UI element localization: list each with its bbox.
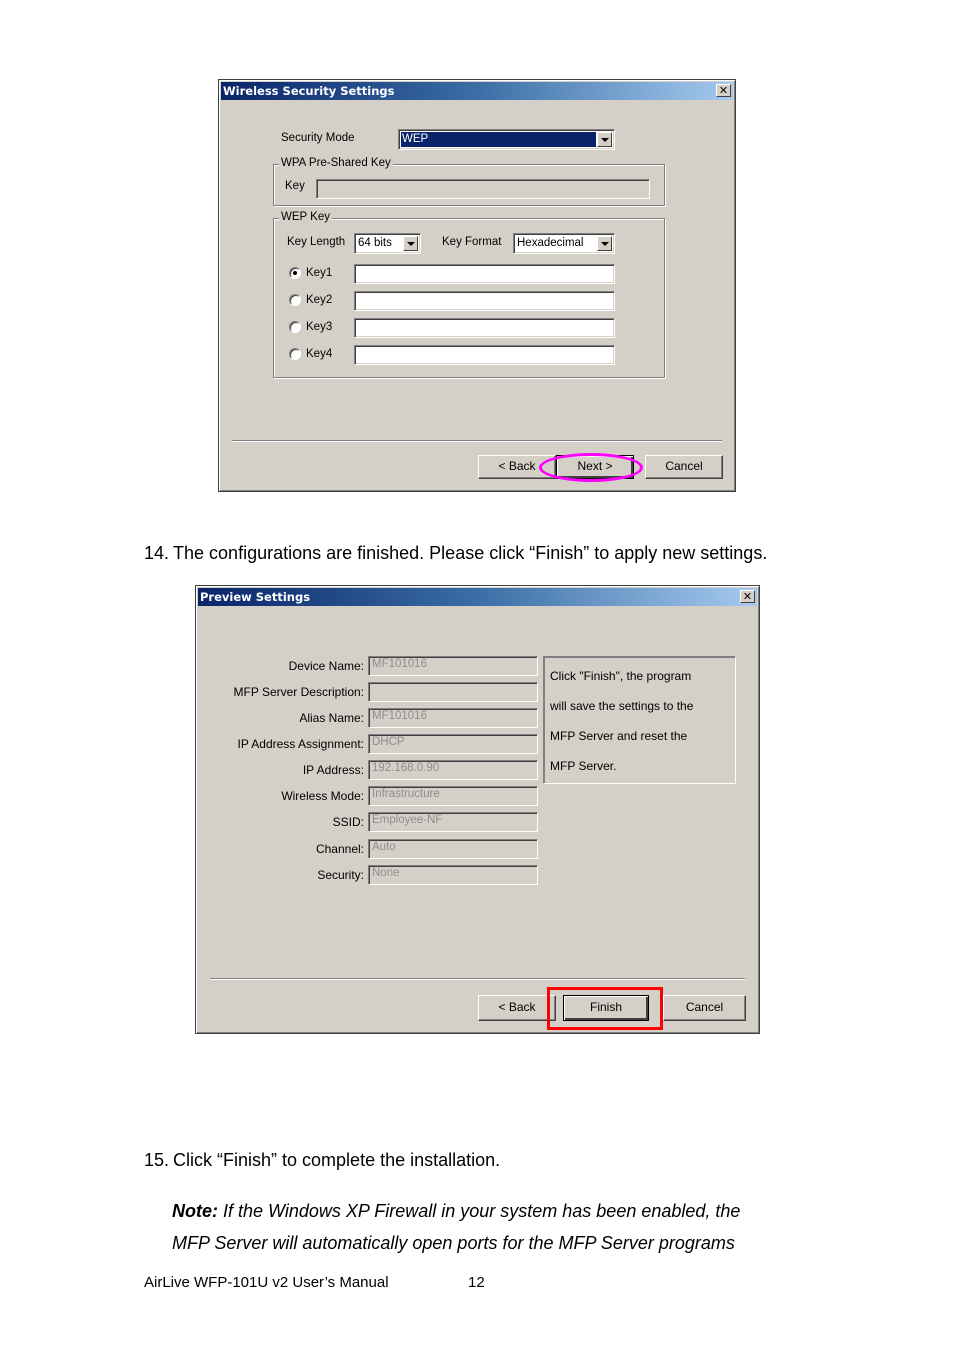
dialog-titlebar[interactable]: Preview Settings ✕ xyxy=(198,588,757,606)
note-line-1: Note: If the Windows XP Firewall in your… xyxy=(172,1201,740,1222)
key-length-label: Key Length xyxy=(287,236,346,248)
dialog-title: Wireless Security Settings xyxy=(223,84,395,98)
security-mode-value: WEP xyxy=(402,133,429,145)
wireless-security-dialog: Wireless Security Settings ✕ Security Mo… xyxy=(218,79,736,492)
close-icon[interactable]: ✕ xyxy=(716,84,731,97)
wireless-mode-field[interactable]: Infrastructure xyxy=(368,786,538,806)
preview-settings-dialog: Preview Settings ✕ Device Name: MF101016… xyxy=(195,585,760,1034)
wpa-key-label: Key xyxy=(285,180,305,192)
cancel-button[interactable]: Cancel xyxy=(663,995,746,1021)
key3-radio[interactable] xyxy=(289,321,301,333)
chevron-down-icon[interactable] xyxy=(597,132,612,147)
key1-label: Key1 xyxy=(306,267,333,279)
info-line: will save the settings to the xyxy=(550,699,694,713)
back-button[interactable]: < Back xyxy=(478,995,556,1021)
wireless-mode-label: Wireless Mode: xyxy=(281,789,364,803)
step-14-text: The configurations are finished. Please … xyxy=(173,543,768,563)
info-box: Click "Finish", the program will save th… xyxy=(543,656,736,784)
cancel-button[interactable]: Cancel xyxy=(645,455,723,479)
ip-assignment-label: IP Address Assignment: xyxy=(237,737,364,751)
note-text-2: MFP Server will automatically open ports… xyxy=(172,1233,735,1253)
next-button[interactable]: Next > xyxy=(556,455,634,479)
key1-input[interactable] xyxy=(354,264,615,284)
chevron-down-icon[interactable] xyxy=(403,236,418,251)
security-field[interactable]: None xyxy=(368,865,538,885)
alias-name-field[interactable]: MF101016 xyxy=(368,708,538,728)
ip-address-field[interactable]: 192.168.0.90 xyxy=(368,760,538,780)
finish-button[interactable]: Finish xyxy=(563,995,649,1021)
key2-radio[interactable] xyxy=(289,294,301,306)
key4-input[interactable] xyxy=(354,345,615,365)
wep-key-group: WEP Key Key Length 64 bits Key Format He… xyxy=(273,211,665,378)
channel-label: Channel: xyxy=(315,842,364,856)
note-line-2: MFP Server will automatically open ports… xyxy=(172,1233,735,1254)
ip-assignment-field[interactable]: DHCP xyxy=(368,734,538,754)
key2-label: Key2 xyxy=(306,294,333,306)
dialog-titlebar[interactable]: Wireless Security Settings ✕ xyxy=(221,82,733,100)
note-label: Note: xyxy=(172,1201,218,1221)
step-15: 15. Click “Finish” to complete the instal… xyxy=(144,1150,500,1171)
wpa-key-input[interactable] xyxy=(316,179,650,199)
device-name-label: Device Name: xyxy=(288,659,364,673)
wpa-group-title: WPA Pre-Shared Key xyxy=(279,157,393,169)
info-line: Click "Finish", the program xyxy=(550,669,692,683)
step-15-number: 15. xyxy=(144,1150,170,1170)
key-format-value: Hexadecimal xyxy=(517,237,584,249)
server-description-label: MFP Server Description: xyxy=(233,685,364,699)
separator xyxy=(232,440,722,442)
key4-label: Key4 xyxy=(306,348,333,360)
key4-radio[interactable] xyxy=(289,348,301,360)
step-14-number: 14. xyxy=(144,543,170,563)
key-length-value: 64 bits xyxy=(358,237,392,249)
security-label: Security: xyxy=(317,868,364,882)
chevron-down-icon[interactable] xyxy=(597,236,612,251)
key-length-select[interactable]: 64 bits xyxy=(354,233,421,254)
ssid-field[interactable]: Employee-NF xyxy=(368,812,538,832)
alias-name-label: Alias Name: xyxy=(299,711,364,725)
security-mode-label: Security Mode xyxy=(281,132,355,144)
key-format-select[interactable]: Hexadecimal xyxy=(513,233,615,254)
key3-input[interactable] xyxy=(354,318,615,338)
key1-radio[interactable] xyxy=(289,267,301,279)
key3-label: Key3 xyxy=(306,321,333,333)
server-description-field[interactable] xyxy=(368,682,538,702)
footer-manual-title: AirLive WFP-101U v2 User’s Manual xyxy=(144,1274,389,1291)
back-button[interactable]: < Back xyxy=(478,455,556,479)
ip-address-label: IP Address: xyxy=(302,763,364,777)
key2-input[interactable] xyxy=(354,291,615,311)
separator xyxy=(210,978,745,980)
step-15-text: Click “Finish” to complete the installat… xyxy=(173,1150,501,1170)
channel-field[interactable]: Auto xyxy=(368,839,538,859)
ssid-label: SSID: xyxy=(332,815,364,829)
wep-group-title: WEP Key xyxy=(279,211,332,223)
close-icon[interactable]: ✕ xyxy=(740,590,755,603)
step-14: 14. The configurations are finished. Plea… xyxy=(144,543,767,564)
device-name-field[interactable]: MF101016 xyxy=(368,656,538,676)
security-mode-select[interactable]: WEP xyxy=(398,129,615,150)
wpa-preshared-key-group: WPA Pre-Shared Key Key xyxy=(273,157,665,206)
info-line: MFP Server. xyxy=(550,759,617,773)
info-line: MFP Server and reset the xyxy=(550,729,688,743)
note-text-1: If the Windows XP Firewall in your syste… xyxy=(218,1201,741,1221)
key-format-label: Key Format xyxy=(442,236,502,248)
dialog-title: Preview Settings xyxy=(200,590,311,604)
footer-page-number: 12 xyxy=(468,1274,485,1291)
